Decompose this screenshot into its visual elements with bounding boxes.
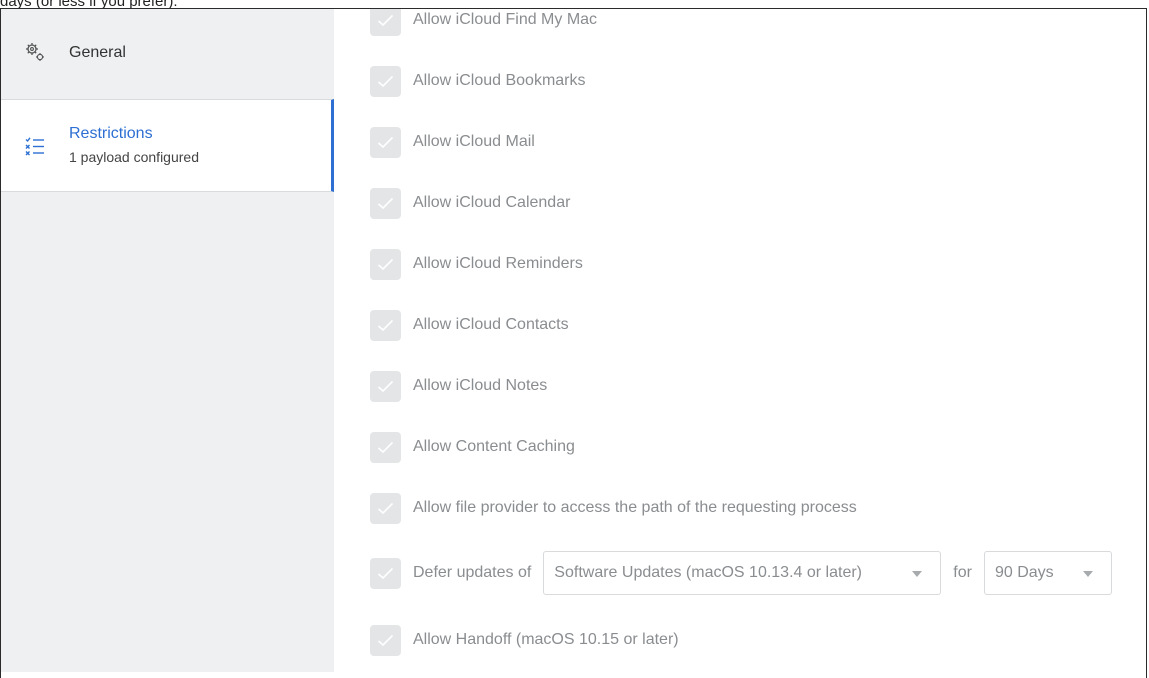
content-caching-checkbox[interactable] <box>370 431 401 463</box>
option-row: Allow Handoff (macOS 10.15 or later) <box>370 623 679 657</box>
option-label: Allow iCloud Find My Mac <box>413 11 598 28</box>
checkmark-icon <box>377 567 394 579</box>
option-label: Allow Handoff (macOS 10.15 or later) <box>413 631 679 648</box>
option-label: Allow iCloud Bookmarks <box>413 72 586 89</box>
option-row: Allow Content Caching <box>370 430 575 464</box>
dropdown-caret-icon <box>912 571 923 577</box>
checkmark-icon <box>377 441 394 453</box>
dropdown-caret-icon <box>1082 571 1093 577</box>
restrictions-content: Allow iCloud Find My Mac Allow iCloud Bo… <box>337 9 1147 672</box>
find-my-mac-checkbox[interactable] <box>370 9 401 36</box>
defer-updates-checkbox[interactable] <box>370 557 401 589</box>
mail-checkbox[interactable] <box>370 126 401 158</box>
option-row: Allow iCloud Mail <box>370 125 535 159</box>
bookmarks-checkbox[interactable] <box>370 65 401 97</box>
notes-checkbox[interactable] <box>370 370 401 402</box>
sidebar: General Restrictions 1 payload configure… <box>1 9 334 672</box>
checkmark-icon <box>377 258 394 270</box>
option-row: Allow iCloud Reminders <box>370 247 583 281</box>
option-label: Allow iCloud Contacts <box>413 316 569 333</box>
calendar-checkbox[interactable] <box>370 187 401 219</box>
option-label: Allow Content Caching <box>413 438 575 455</box>
sidebar-item-sublabel: 1 payload configured <box>69 149 199 165</box>
update-type-value: Software Updates (macOS 10.13.4 or later… <box>554 564 862 581</box>
option-row: Allow file provider to access the path o… <box>370 491 857 525</box>
checkmark-icon <box>377 75 394 87</box>
option-row: Allow iCloud Contacts <box>370 308 569 342</box>
option-label: Allow iCloud Reminders <box>413 255 583 272</box>
handoff-checkbox[interactable] <box>370 624 401 656</box>
file-provider-checkbox[interactable] <box>370 492 401 524</box>
update-type-select[interactable]: Software Updates (macOS 10.13.4 or later… <box>543 551 942 595</box>
for-label: for <box>953 564 972 581</box>
checkmark-icon <box>377 634 394 646</box>
option-label: Defer updates of <box>413 564 532 581</box>
contacts-checkbox[interactable] <box>370 309 401 341</box>
defer-days-select[interactable]: 90 Days <box>983 551 1112 595</box>
reminders-checkbox[interactable] <box>370 248 401 280</box>
option-label: Allow iCloud Calendar <box>413 194 571 211</box>
checkmark-icon <box>377 14 394 26</box>
option-label: Allow iCloud Mail <box>413 133 535 150</box>
sidebar-item-label: General <box>69 44 126 61</box>
sidebar-item-general[interactable]: General <box>1 9 334 99</box>
gears-icon <box>26 43 44 61</box>
defer-updates-row: Defer updates of Software Updates (macOS… <box>370 550 1112 596</box>
defer-days-value: 90 Days <box>994 564 1054 581</box>
option-row: Allow iCloud Find My Mac <box>370 9 597 37</box>
checklist-icon <box>25 137 44 156</box>
option-label: Allow file provider to access the path o… <box>413 499 857 516</box>
option-label: Allow iCloud Notes <box>413 377 548 394</box>
sidebar-item-restrictions[interactable]: Restrictions 1 payload configured <box>1 99 334 192</box>
sidebar-item-label: Restrictions <box>69 125 153 142</box>
option-row: Allow iCloud Bookmarks <box>370 64 586 98</box>
checkmark-icon <box>377 319 394 331</box>
checkmark-icon <box>377 197 394 209</box>
option-row: Allow iCloud Notes <box>370 369 547 403</box>
checkmark-icon <box>377 136 394 148</box>
option-row: Allow iCloud Calendar <box>370 186 570 220</box>
checkmark-icon <box>377 502 394 514</box>
checkmark-icon <box>377 380 394 392</box>
